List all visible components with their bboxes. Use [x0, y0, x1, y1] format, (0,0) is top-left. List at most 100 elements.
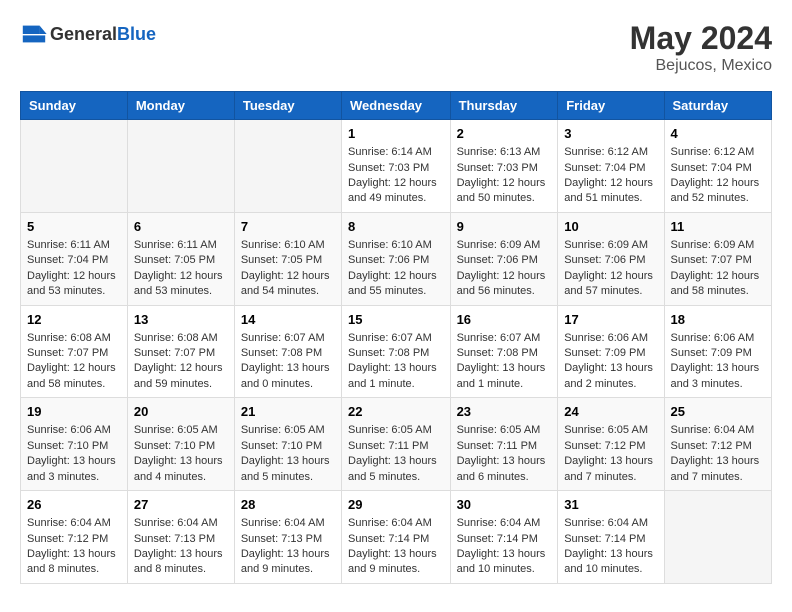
sunset-info: Sunset: 7:08 PM: [348, 347, 429, 359]
sunset-info: Sunset: 7:09 PM: [671, 347, 752, 359]
sunrise-info: Sunrise: 6:04 AM: [348, 517, 432, 529]
table-row: 16 Sunrise: 6:07 AM Sunset: 7:08 PM Dayl…: [450, 305, 558, 398]
table-row: 1 Sunrise: 6:14 AM Sunset: 7:03 PM Dayli…: [342, 120, 451, 213]
day-number: 7: [241, 218, 335, 236]
sunset-info: Sunset: 7:04 PM: [564, 162, 645, 174]
calendar-week-row: 1 Sunrise: 6:14 AM Sunset: 7:03 PM Dayli…: [21, 120, 772, 213]
sunset-info: Sunset: 7:07 PM: [134, 347, 215, 359]
sunset-info: Sunset: 7:10 PM: [134, 440, 215, 452]
location-title: Bejucos, Mexico: [630, 57, 772, 75]
day-number: 16: [457, 311, 552, 329]
sunrise-info: Sunrise: 6:12 AM: [564, 146, 648, 158]
day-number: 12: [27, 311, 121, 329]
daylight-info: Daylight: 12 hours and 54 minutes.: [241, 270, 330, 297]
sunset-info: Sunset: 7:06 PM: [348, 254, 429, 266]
daylight-info: Daylight: 13 hours and 9 minutes.: [241, 548, 330, 575]
sunset-info: Sunset: 7:05 PM: [241, 254, 322, 266]
sunrise-info: Sunrise: 6:08 AM: [134, 332, 218, 344]
sunset-info: Sunset: 7:14 PM: [457, 533, 538, 545]
daylight-info: Daylight: 12 hours and 51 minutes.: [564, 177, 653, 204]
logo-blue-text: Blue: [117, 24, 156, 44]
calendar-week-row: 26 Sunrise: 6:04 AM Sunset: 7:12 PM Dayl…: [21, 491, 772, 584]
day-number: 13: [134, 311, 228, 329]
sunrise-info: Sunrise: 6:05 AM: [241, 424, 325, 436]
day-number: 22: [348, 403, 444, 421]
table-row: 30 Sunrise: 6:04 AM Sunset: 7:14 PM Dayl…: [450, 491, 558, 584]
calendar-header-row: Sunday Monday Tuesday Wednesday Thursday…: [21, 92, 772, 120]
table-row: 14 Sunrise: 6:07 AM Sunset: 7:08 PM Dayl…: [234, 305, 341, 398]
daylight-info: Daylight: 13 hours and 6 minutes.: [457, 455, 546, 482]
sunset-info: Sunset: 7:03 PM: [457, 162, 538, 174]
sunset-info: Sunset: 7:13 PM: [134, 533, 215, 545]
day-number: 9: [457, 218, 552, 236]
day-number: 19: [27, 403, 121, 421]
calendar-week-row: 19 Sunrise: 6:06 AM Sunset: 7:10 PM Dayl…: [21, 398, 772, 491]
table-row: 4 Sunrise: 6:12 AM Sunset: 7:04 PM Dayli…: [664, 120, 771, 213]
sunrise-info: Sunrise: 6:11 AM: [134, 239, 217, 251]
day-number: 15: [348, 311, 444, 329]
daylight-info: Daylight: 13 hours and 8 minutes.: [27, 548, 116, 575]
col-saturday: Saturday: [664, 92, 771, 120]
table-row: 10 Sunrise: 6:09 AM Sunset: 7:06 PM Dayl…: [558, 212, 664, 305]
daylight-info: Daylight: 13 hours and 0 minutes.: [241, 362, 330, 389]
table-row: 8 Sunrise: 6:10 AM Sunset: 7:06 PM Dayli…: [342, 212, 451, 305]
day-number: 1: [348, 125, 444, 143]
table-row: [21, 120, 128, 213]
sunrise-info: Sunrise: 6:07 AM: [241, 332, 325, 344]
sunrise-info: Sunrise: 6:04 AM: [457, 517, 541, 529]
daylight-info: Daylight: 13 hours and 8 minutes.: [134, 548, 223, 575]
calendar-week-row: 5 Sunrise: 6:11 AM Sunset: 7:04 PM Dayli…: [21, 212, 772, 305]
day-number: 29: [348, 496, 444, 514]
sunrise-info: Sunrise: 6:04 AM: [27, 517, 111, 529]
table-row: 3 Sunrise: 6:12 AM Sunset: 7:04 PM Dayli…: [558, 120, 664, 213]
calendar-table: Sunday Monday Tuesday Wednesday Thursday…: [20, 91, 772, 584]
sunrise-info: Sunrise: 6:06 AM: [564, 332, 648, 344]
table-row: 5 Sunrise: 6:11 AM Sunset: 7:04 PM Dayli…: [21, 212, 128, 305]
sunset-info: Sunset: 7:08 PM: [241, 347, 322, 359]
sunset-info: Sunset: 7:13 PM: [241, 533, 322, 545]
table-row: 23 Sunrise: 6:05 AM Sunset: 7:11 PM Dayl…: [450, 398, 558, 491]
sunrise-info: Sunrise: 6:10 AM: [241, 239, 325, 251]
table-row: 22 Sunrise: 6:05 AM Sunset: 7:11 PM Dayl…: [342, 398, 451, 491]
table-row: 15 Sunrise: 6:07 AM Sunset: 7:08 PM Dayl…: [342, 305, 451, 398]
table-row: 31 Sunrise: 6:04 AM Sunset: 7:14 PM Dayl…: [558, 491, 664, 584]
sunset-info: Sunset: 7:12 PM: [671, 440, 752, 452]
sunset-info: Sunset: 7:06 PM: [564, 254, 645, 266]
logo-icon: [20, 20, 48, 48]
calendar-week-row: 12 Sunrise: 6:08 AM Sunset: 7:07 PM Dayl…: [21, 305, 772, 398]
sunrise-info: Sunrise: 6:09 AM: [671, 239, 755, 251]
sunset-info: Sunset: 7:11 PM: [457, 440, 538, 452]
sunrise-info: Sunrise: 6:05 AM: [564, 424, 648, 436]
sunrise-info: Sunrise: 6:11 AM: [27, 239, 110, 251]
sunset-info: Sunset: 7:12 PM: [564, 440, 645, 452]
day-number: 21: [241, 403, 335, 421]
table-row: 17 Sunrise: 6:06 AM Sunset: 7:09 PM Dayl…: [558, 305, 664, 398]
day-number: 26: [27, 496, 121, 514]
daylight-info: Daylight: 12 hours and 56 minutes.: [457, 270, 546, 297]
table-row: [234, 120, 341, 213]
day-number: 18: [671, 311, 765, 329]
col-tuesday: Tuesday: [234, 92, 341, 120]
table-row: 12 Sunrise: 6:08 AM Sunset: 7:07 PM Dayl…: [21, 305, 128, 398]
month-title: May 2024: [630, 20, 772, 57]
sunset-info: Sunset: 7:07 PM: [27, 347, 108, 359]
table-row: 27 Sunrise: 6:04 AM Sunset: 7:13 PM Dayl…: [127, 491, 234, 584]
day-number: 5: [27, 218, 121, 236]
day-number: 24: [564, 403, 657, 421]
daylight-info: Daylight: 12 hours and 58 minutes.: [27, 362, 116, 389]
logo-general-text: General: [50, 24, 117, 44]
day-number: 31: [564, 496, 657, 514]
day-number: 4: [671, 125, 765, 143]
sunset-info: Sunset: 7:10 PM: [241, 440, 322, 452]
day-number: 20: [134, 403, 228, 421]
table-row: 13 Sunrise: 6:08 AM Sunset: 7:07 PM Dayl…: [127, 305, 234, 398]
day-number: 25: [671, 403, 765, 421]
table-row: 20 Sunrise: 6:05 AM Sunset: 7:10 PM Dayl…: [127, 398, 234, 491]
table-row: 26 Sunrise: 6:04 AM Sunset: 7:12 PM Dayl…: [21, 491, 128, 584]
daylight-info: Daylight: 13 hours and 5 minutes.: [241, 455, 330, 482]
table-row: 19 Sunrise: 6:06 AM Sunset: 7:10 PM Dayl…: [21, 398, 128, 491]
col-friday: Friday: [558, 92, 664, 120]
daylight-info: Daylight: 13 hours and 7 minutes.: [671, 455, 760, 482]
daylight-info: Daylight: 13 hours and 1 minute.: [457, 362, 546, 389]
daylight-info: Daylight: 12 hours and 50 minutes.: [457, 177, 546, 204]
